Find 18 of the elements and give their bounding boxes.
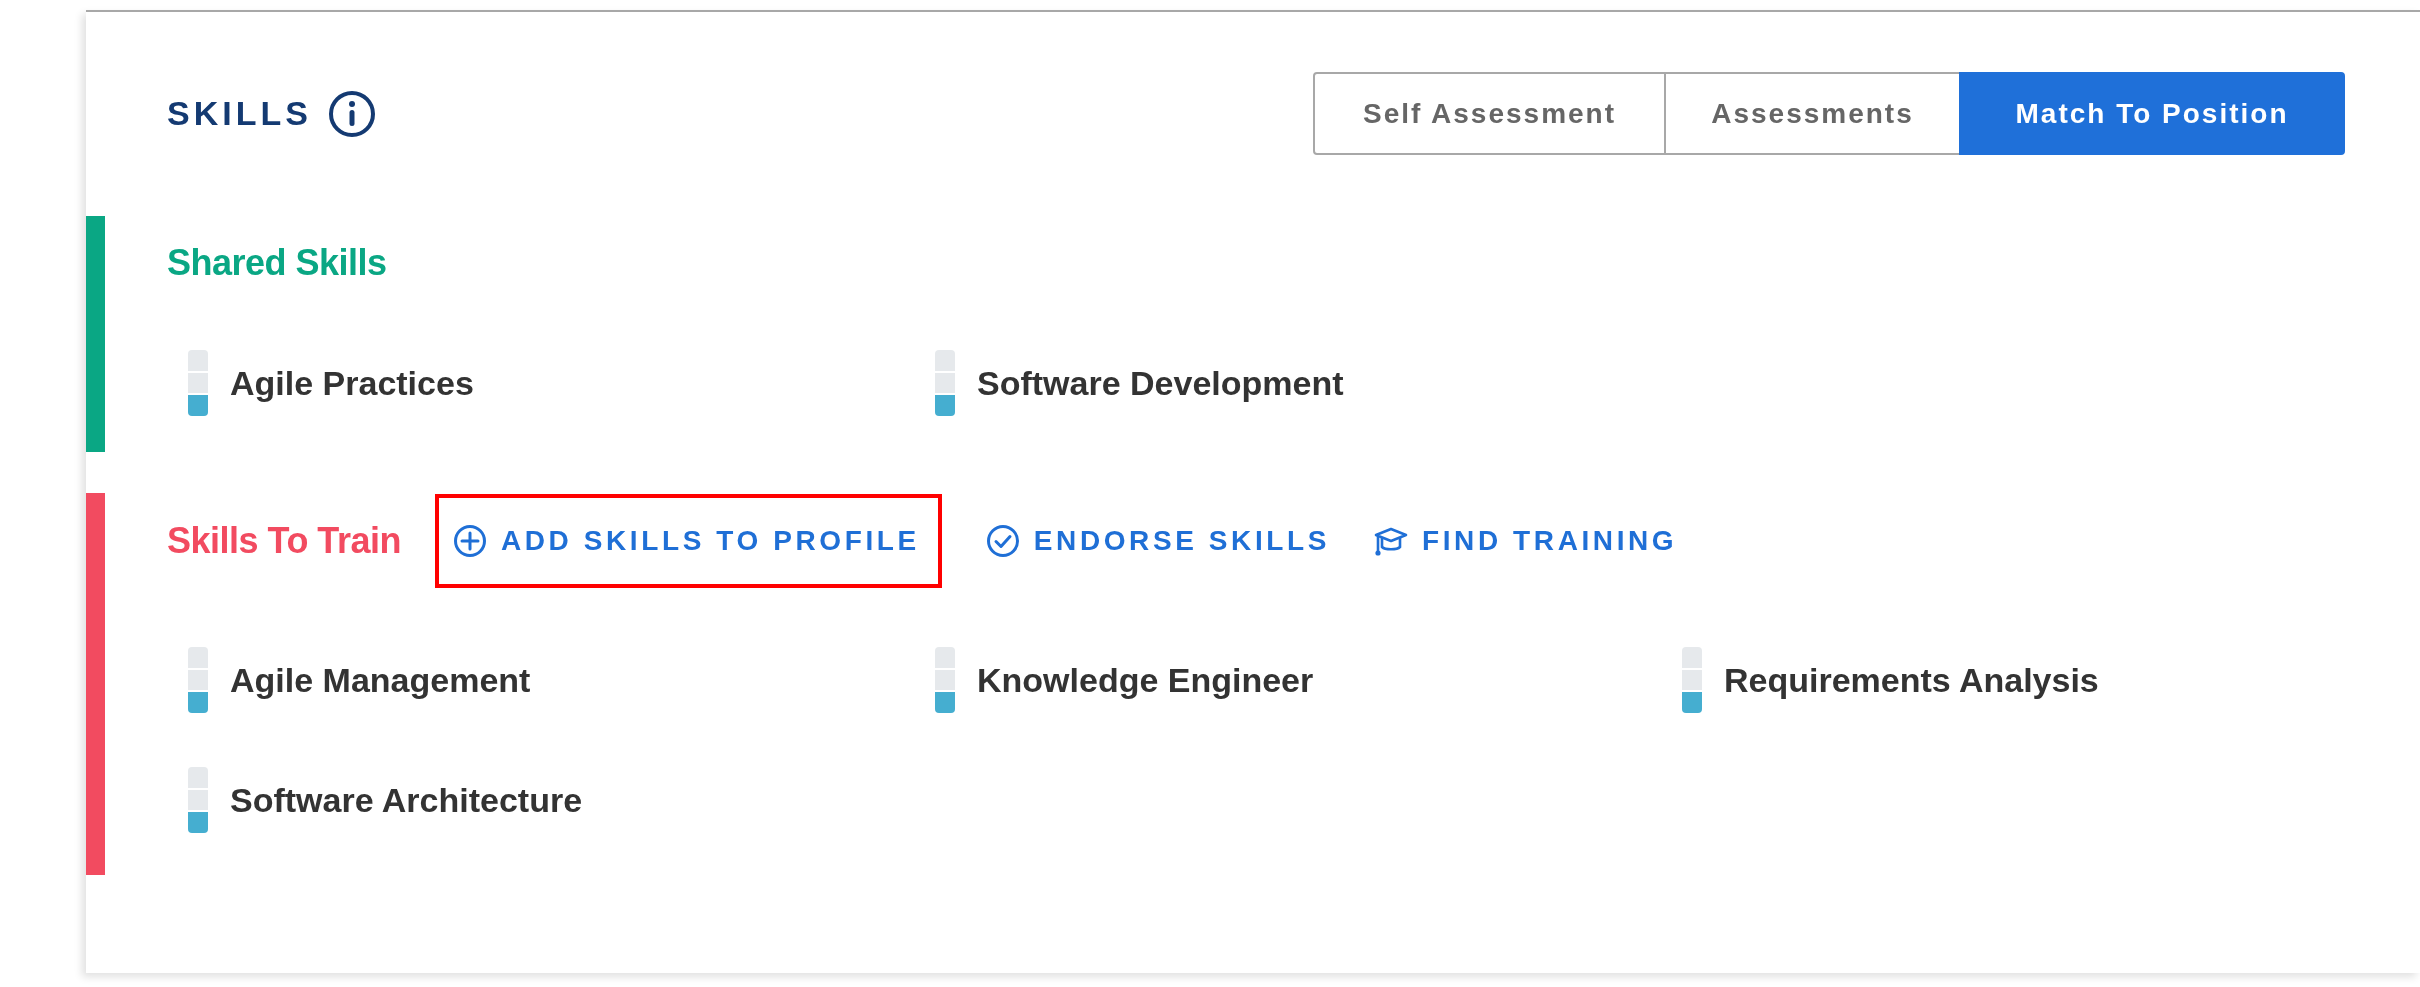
skill-name: Software Architecture xyxy=(230,780,583,820)
skill-name: Knowledge Engineer xyxy=(977,660,1314,700)
action-link[interactable]: ADD SKILLS TO PROFILE xyxy=(452,524,920,558)
section-title: SKILLS xyxy=(167,94,312,133)
plus-circle-icon xyxy=(452,524,487,558)
tab[interactable]: Self Assessment xyxy=(1313,72,1666,155)
skill-name: Agile Management xyxy=(230,660,531,700)
skill-name: Software Development xyxy=(977,363,1344,403)
check-circle-icon xyxy=(985,524,1020,558)
section-heading: Skills To Train xyxy=(167,520,401,562)
section-heading: Shared Skills xyxy=(167,242,387,284)
skill-name: Requirements Analysis xyxy=(1724,660,2099,700)
tab[interactable]: Match To Position xyxy=(1959,72,2345,155)
action-link[interactable]: ENDORSE SKILLS xyxy=(985,524,1330,558)
info-icon[interactable] xyxy=(327,89,376,138)
tab[interactable]: Assessments xyxy=(1664,72,1961,155)
skill-name: Agile Practices xyxy=(230,363,474,403)
action-link[interactable]: FIND TRAINING xyxy=(1374,524,1678,558)
